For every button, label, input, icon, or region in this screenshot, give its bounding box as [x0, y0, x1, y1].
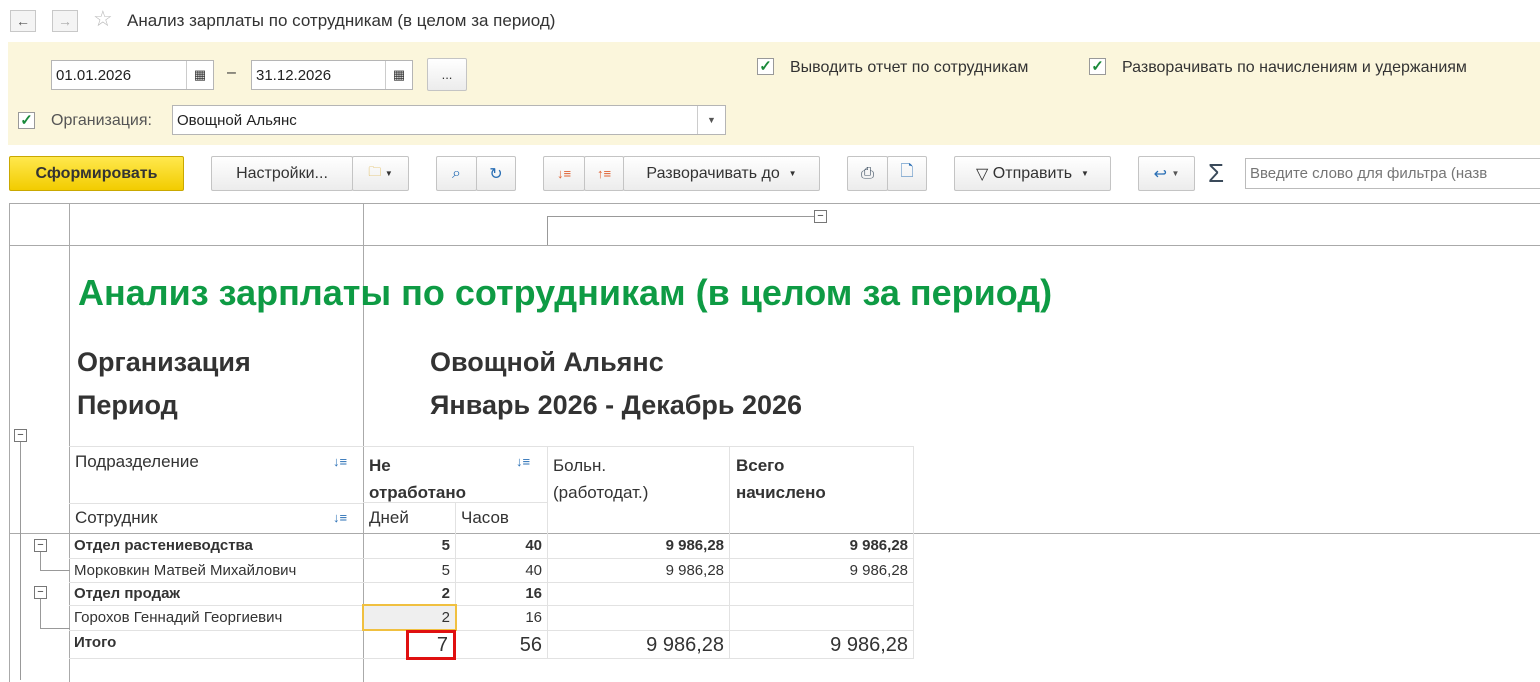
collapse-list-icon: ↑≡ [596, 166, 612, 181]
sum-icon[interactable]: Σ [1208, 158, 1224, 189]
undo-menu-button[interactable]: ↩ ▼ [1138, 156, 1195, 191]
grid-line [9, 245, 1540, 246]
organization-label: Организация: [51, 112, 152, 129]
column-group-bracket [547, 216, 822, 245]
collapse-all-button[interactable]: ↑≡ [584, 156, 624, 191]
print-preview-icon: 🗋 [900, 163, 914, 180]
organization-checkbox[interactable]: ✓ [18, 112, 35, 129]
collapse-group-icon[interactable]: − [34, 586, 47, 599]
folder-icon: 🗀 [368, 163, 382, 179]
header-division: Подразделение [75, 452, 199, 471]
calendar-icon[interactable]: ▦ [186, 61, 213, 89]
expand-accruals-checkbox[interactable]: ✓ [1089, 58, 1106, 75]
sort-icon[interactable]: ↓≡ [333, 454, 347, 469]
cell-hours[interactable]: 40 [455, 558, 547, 582]
row-name: Морковкин Матвей Михайлович [74, 561, 297, 579]
search-refresh-icon: ↻ [489, 165, 503, 183]
cell-sick[interactable]: 9 986,28 [547, 533, 729, 558]
search-next-button[interactable]: ↻ [476, 156, 516, 191]
header-hours: Часов [461, 508, 509, 527]
total-accrued[interactable]: 9 986,28 [729, 630, 913, 660]
expand-accruals-label: Разворачивать по начислениям и удержания… [1122, 59, 1467, 76]
window-title: Анализ зарплаты по сотрудникам (в целом … [127, 11, 556, 30]
organization-heading: Организация [77, 347, 251, 377]
cell-sick[interactable]: 9 986,28 [547, 558, 729, 582]
period-heading: Период [77, 390, 178, 420]
row-name: Отдел растениеводства [74, 537, 253, 554]
return-arrow-icon: ↩ [1153, 165, 1168, 183]
send-icon: ▽ [976, 165, 989, 183]
collapse-row-group-icon[interactable]: − [14, 429, 27, 442]
row-group-bracket [20, 442, 21, 680]
tree-line [40, 552, 70, 571]
header-total: Всего начислено [736, 456, 826, 502]
header-days: Дней [369, 508, 409, 527]
cell-days[interactable]: 2 [363, 582, 455, 605]
printer-icon: ⎙ [861, 164, 874, 182]
cell-days-selected[interactable]: 2 [362, 604, 457, 631]
row-name: Горохов Геннадий Георгиевич [74, 609, 283, 626]
cell-total[interactable]: 9 986,28 [729, 558, 913, 582]
preview-button[interactable]: 🗋 [887, 156, 927, 191]
total-sick[interactable]: 9 986,28 [547, 630, 729, 660]
period-value: Январь 2026 - Декабрь 2026 [430, 390, 803, 420]
settings-button[interactable]: Настройки... [211, 156, 353, 191]
filter-input[interactable] [1245, 158, 1540, 189]
collapse-group-icon[interactable]: − [34, 539, 47, 552]
generate-button[interactable]: Сформировать [9, 156, 184, 191]
print-button[interactable]: ⎙ [847, 156, 888, 191]
cell-days[interactable]: 5 [363, 558, 455, 582]
header-employee: Сотрудник [75, 508, 158, 527]
header-sick: Больн. (работодат.) [553, 456, 649, 502]
cell-hours[interactable]: 16 [455, 582, 547, 605]
show-by-employees-label: Выводить отчет по сотрудникам [790, 59, 1029, 76]
totals-label: Итого [74, 633, 117, 651]
cell-days[interactable]: 5 [363, 533, 455, 558]
total-days[interactable]: 7 [406, 630, 456, 660]
row-name: Отдел продаж [74, 585, 181, 602]
header-not-worked: Не отработано [369, 456, 467, 502]
arrow-left-icon: ← [16, 13, 30, 29]
total-hours[interactable]: 56 [455, 630, 547, 660]
expand-list-icon: ↓≡ [556, 166, 572, 181]
expand-all-button[interactable]: ↓≡ [543, 156, 585, 191]
variants-button[interactable]: 🗀 ▼ [352, 156, 409, 191]
search-icon: ⌕ [452, 164, 461, 182]
search-button[interactable]: ⌕ [436, 156, 477, 191]
grid-line [9, 203, 1540, 204]
calendar-icon[interactable]: ▦ [385, 61, 412, 89]
cell-total[interactable]: 9 986,28 [729, 533, 913, 558]
show-by-employees-checkbox[interactable]: ✓ [757, 58, 774, 75]
sort-icon[interactable]: ↓≡ [333, 510, 347, 525]
date-dash: – [227, 64, 236, 81]
tree-line [40, 599, 70, 629]
organization-value: Овощной Альянс [430, 347, 664, 377]
arrow-right-icon: → [58, 13, 72, 29]
sort-icon[interactable]: ↓≡ [516, 454, 530, 469]
send-button[interactable]: ▽ Отправить ▼ [954, 156, 1111, 191]
favorite-star-icon[interactable]: ☆ [93, 6, 113, 32]
cell-hours[interactable]: 16 [455, 605, 547, 630]
organization-select[interactable]: Овощной Альянс [172, 105, 726, 135]
cell-hours[interactable]: 40 [455, 533, 547, 558]
chevron-down-icon[interactable]: ▼ [697, 106, 725, 134]
back-button[interactable]: ← [10, 10, 36, 32]
forward-button[interactable]: → [52, 10, 78, 32]
report-title: Анализ зарплаты по сотрудникам (в целом … [78, 272, 1053, 313]
expand-to-button[interactable]: Разворачивать до ▼ [623, 156, 820, 191]
select-period-button[interactable]: ... [427, 58, 467, 91]
collapse-column-group-icon[interactable]: − [814, 210, 827, 223]
grid-line [9, 203, 10, 682]
